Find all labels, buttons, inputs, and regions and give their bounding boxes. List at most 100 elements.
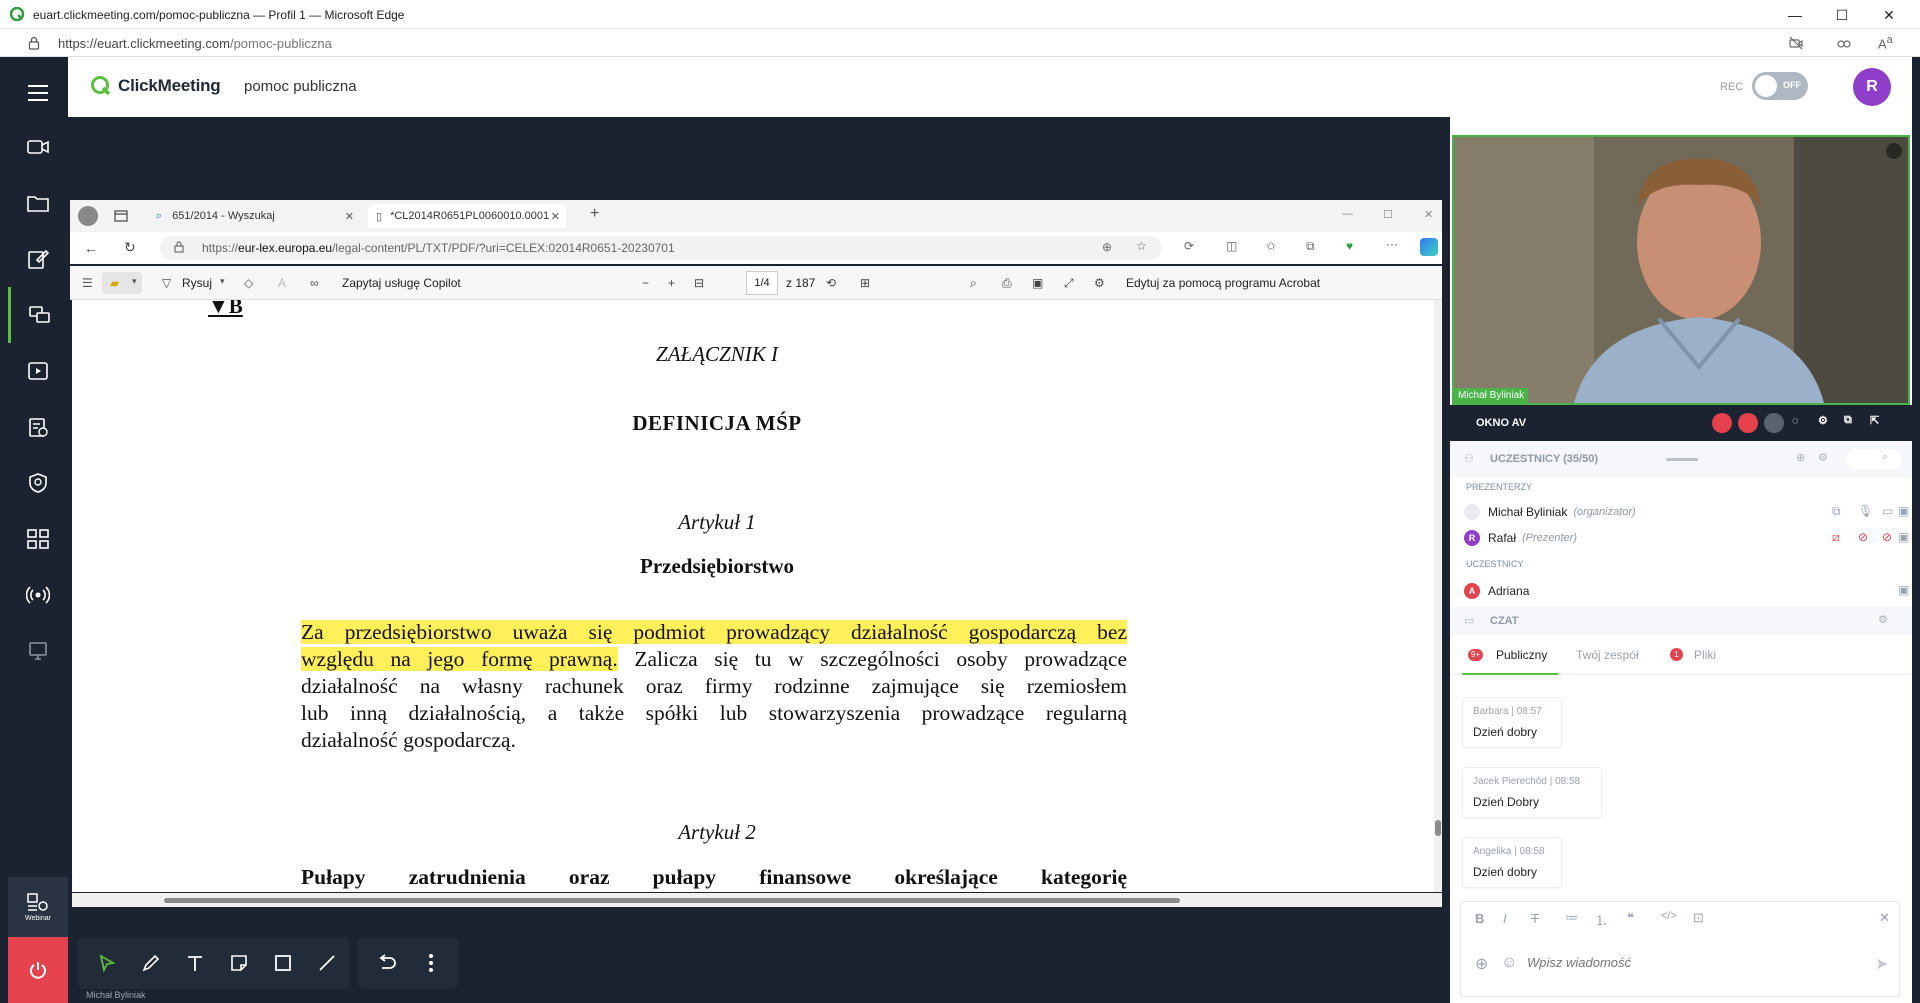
chat-tab-files[interactable]: 1 Pliki	[1670, 635, 1750, 675]
participant-row[interactable]: Michał Byliniak (organizator) ⧉ 🎙︎ ▭ ▣	[1464, 501, 1909, 523]
search-icon[interactable]: ⌕	[970, 276, 977, 291]
chat-header[interactable]: ▭ CZAT ⚙	[1450, 607, 1912, 635]
address-url[interactable]: https://euart.clickmeeting.com/pomoc-pub…	[58, 36, 332, 51]
camera-off-icon[interactable]	[1712, 413, 1732, 433]
text-tool-icon[interactable]	[182, 950, 208, 976]
share-screen-off-icon[interactable]: ⧄	[1832, 530, 1840, 545]
nav-polls-button[interactable]	[8, 399, 68, 455]
copilot-ask-label[interactable]: Zapytaj usługę Copilot	[342, 276, 461, 290]
camera-off-icon[interactable]: ⊘	[1882, 530, 1892, 544]
user-avatar[interactable]: R	[1853, 68, 1891, 106]
undo-icon[interactable]	[374, 950, 400, 976]
text-icon[interactable]: A	[278, 276, 286, 290]
maximize-button[interactable]: ☐	[1827, 5, 1857, 25]
close-tab-icon[interactable]: ✕	[345, 210, 354, 223]
participants-header[interactable]: ⚇ UCZESTNICY (35/50) ⊕ ⚙ ⌕	[1450, 441, 1912, 477]
bold-icon[interactable]: B	[1475, 911, 1484, 926]
close-format-icon[interactable]: ✕	[1879, 910, 1890, 926]
numbered-list-icon[interactable]: ⒈	[1595, 910, 1608, 929]
page-view-icon[interactable]: ⊞	[860, 276, 870, 290]
inner-maximize-icon[interactable]: ☐	[1383, 208, 1393, 221]
menu-button[interactable]	[8, 65, 68, 121]
zoom-icon[interactable]: ⊕	[1102, 240, 1112, 254]
chat-tab-public[interactable]: 9+ Publiczny	[1462, 635, 1558, 675]
nav-apps-button[interactable]	[8, 511, 68, 567]
pdf-horizontal-scrollbar[interactable]	[72, 893, 1442, 907]
save-icon[interactable]: ▣	[1032, 276, 1043, 290]
monitor-icon[interactable]: ▣	[1898, 504, 1909, 518]
line-icon[interactable]	[314, 950, 340, 976]
page-number-input[interactable]: 1/4	[746, 271, 778, 295]
tab-actions-icon[interactable]	[114, 210, 128, 222]
chat-message-input[interactable]	[1527, 950, 1867, 974]
edit-in-acrobat-link[interactable]: Edytuj za pomocą programu Acrobat	[1126, 276, 1320, 290]
nav-screen-share-button[interactable]	[8, 287, 68, 343]
zoom-in-icon[interactable]: +	[668, 276, 675, 290]
settings-icon[interactable]: ⚙	[1818, 414, 1828, 427]
rotate-icon[interactable]: ⟲	[826, 276, 836, 290]
more-vertical-icon[interactable]	[418, 950, 444, 976]
nav-broadcast-button[interactable]	[8, 567, 68, 623]
text-size-icon[interactable]: Aa	[1878, 34, 1893, 51]
fullscreen-icon[interactable]: ⤢	[1064, 276, 1074, 291]
resize-handle[interactable]	[1666, 458, 1698, 461]
read-aloud-icon[interactable]: ∞	[310, 276, 319, 290]
participant-row[interactable]: R Rafał (Prezenter) ⧄ ⊘ ⊘ ▣	[1464, 527, 1909, 549]
inner-close-icon[interactable]: ✕	[1424, 208, 1433, 221]
settings-icon[interactable]: ⚙	[1818, 451, 1828, 464]
chat-bubble-icon[interactable]: ◌	[1792, 415, 1799, 427]
nav-files-button[interactable]	[8, 175, 68, 231]
contents-icon[interactable]: ☰	[82, 276, 93, 290]
favorite-star-icon[interactable]: ☆	[1136, 239, 1147, 253]
extensions-icon[interactable]: ⟳	[1184, 239, 1194, 253]
participants-search[interactable]	[1846, 449, 1902, 469]
refresh-icon[interactable]: ↻	[124, 239, 136, 256]
mic-off-icon[interactable]	[1738, 413, 1758, 433]
settings-icon[interactable]: ⚙	[1094, 276, 1105, 290]
draw-icon[interactable]: ▽	[162, 276, 171, 290]
layout-icon[interactable]: ⧉	[1844, 414, 1852, 427]
rectangle-icon[interactable]	[270, 950, 296, 976]
participant-row[interactable]: A Adriana ▣	[1464, 580, 1909, 602]
nav-cta-button[interactable]	[8, 455, 68, 511]
monitor-icon[interactable]: ▣	[1898, 583, 1909, 597]
pointer-icon[interactable]	[94, 950, 120, 976]
nav-webinar-button[interactable]: Webinar	[8, 877, 68, 937]
read-aloud-icon[interactable]	[1836, 35, 1852, 51]
copilot-icon[interactable]	[1420, 238, 1438, 256]
nav-av-button[interactable]	[8, 119, 68, 175]
favorites-icon[interactable]: ✩	[1266, 239, 1276, 253]
attach-icon[interactable]: ⊕	[1475, 954, 1488, 974]
code-icon[interactable]: </>	[1661, 910, 1677, 922]
camera-blocked-icon[interactable]	[1788, 35, 1804, 51]
send-icon[interactable]: ➤	[1875, 954, 1888, 974]
leave-room-button[interactable]	[8, 937, 68, 1003]
split-screen-icon[interactable]: ◫	[1226, 239, 1237, 253]
emoji-icon[interactable]: ☺	[1501, 954, 1517, 972]
quote-icon[interactable]: ❝	[1627, 910, 1634, 926]
recording-toggle[interactable]: OFF	[1752, 72, 1808, 100]
share-screen-icon[interactable]: ⧉	[1832, 504, 1841, 519]
mic-icon[interactable]: 🎙︎	[1858, 504, 1873, 518]
minimize-button[interactable]: —	[1780, 5, 1810, 25]
draw-label[interactable]: Rysuj	[182, 276, 212, 290]
browser-essentials-icon[interactable]: ♥	[1346, 239, 1353, 253]
code-block-icon[interactable]: ⊡	[1693, 910, 1704, 926]
close-tab-icon[interactable]: ✕	[551, 210, 560, 223]
pdf-vertical-scrollbar[interactable]	[1434, 300, 1442, 892]
italic-icon[interactable]: I	[1503, 911, 1507, 926]
inner-minimize-icon[interactable]: —	[1342, 208, 1353, 220]
fit-page-icon[interactable]: ⊟	[694, 276, 704, 290]
zoom-out-icon[interactable]: −	[642, 276, 649, 290]
new-tab-icon[interactable]: +	[590, 205, 599, 223]
chat-tab-team[interactable]: Twój zespół	[1576, 635, 1656, 675]
popout-icon[interactable]: ⇱	[1870, 414, 1879, 427]
shared-tab-pdf[interactable]: ▯ *CL2014R0651PL0060010.0001.3... ✕	[368, 204, 566, 228]
scrollbar-thumb[interactable]	[1435, 820, 1441, 836]
camera-icon[interactable]: ▭	[1882, 504, 1893, 518]
strikethrough-icon[interactable]: T	[1531, 911, 1539, 926]
mic-off-icon[interactable]: ⊘	[1858, 530, 1868, 544]
speaker-off-icon[interactable]	[1764, 413, 1784, 433]
nav-presenter-screen-button[interactable]	[8, 623, 68, 679]
nav-whiteboard-button[interactable]	[8, 231, 68, 287]
